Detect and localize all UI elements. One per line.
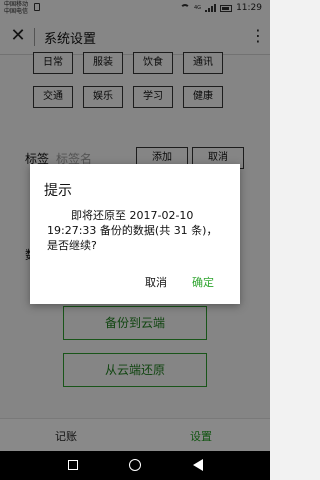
dialog-confirm-button[interactable]: 确定 — [192, 274, 214, 290]
recents-icon[interactable] — [68, 460, 78, 470]
system-nav-bar — [0, 451, 270, 480]
back-icon[interactable] — [193, 459, 203, 471]
home-icon[interactable] — [129, 459, 141, 471]
dialog-title: 提示 — [44, 183, 72, 199]
restore-confirm-dialog: 提示 即将还原至 2017-02-10 19:27:33 备份的数据(共 31 … — [30, 164, 240, 304]
dialog-cancel-button[interactable]: 取消 — [145, 274, 167, 290]
dialog-message: 即将还原至 2017-02-10 19:27:33 备份的数据(共 31 条)，… — [47, 209, 218, 252]
